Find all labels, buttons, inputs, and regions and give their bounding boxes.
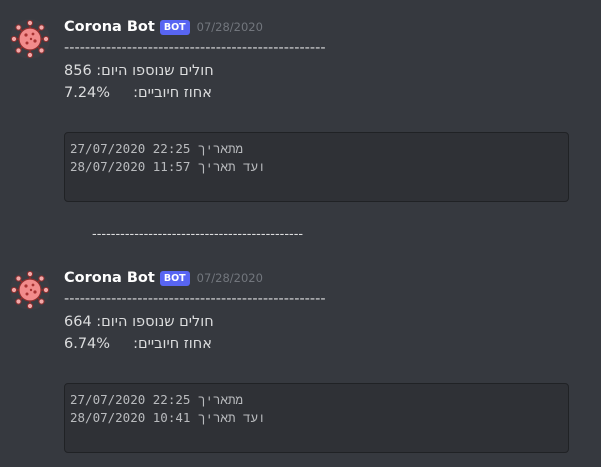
positive-rate-text: אחוז חיוביים: 6.74% <box>64 336 212 352</box>
virus-avatar-icon[interactable] <box>10 270 50 310</box>
username[interactable]: Corona Bot <box>64 19 155 35</box>
divider-text: ----------------------------------------… <box>64 40 326 56</box>
divider-text: ----------------------------------------… <box>64 291 326 307</box>
positive-rate-text: אחוז חיוביים: 7.24% <box>64 85 212 101</box>
timestamp[interactable]: 07/28/2020 <box>197 271 263 285</box>
separator-line: ----------------------------------------… <box>92 227 304 242</box>
virus-avatar-icon[interactable] <box>10 19 50 59</box>
code-to-date: 28/07/2020 11:57 ועד תאריך <box>70 159 266 174</box>
code-from-date: 27/07/2020 22:25 מתאריך <box>70 392 243 407</box>
username[interactable]: Corona Bot <box>64 270 155 286</box>
timestamp[interactable]: 07/28/2020 <box>197 20 263 34</box>
new-cases-text: חולים שנוספו היום: 664 <box>64 314 214 330</box>
message-header: Corona Bot BOT 07/28/2020 <box>64 268 263 288</box>
new-cases-text: חולים שנוספו היום: 856 <box>64 63 214 79</box>
code-to-date: 28/07/2020 10:41 ועד תאריך <box>70 410 266 425</box>
code-from-date: 27/07/2020 22:25 מתאריך <box>70 141 243 156</box>
message-header: Corona Bot BOT 07/28/2020 <box>64 17 263 37</box>
bot-tag: BOT <box>159 19 190 35</box>
bot-tag: BOT <box>159 270 190 286</box>
